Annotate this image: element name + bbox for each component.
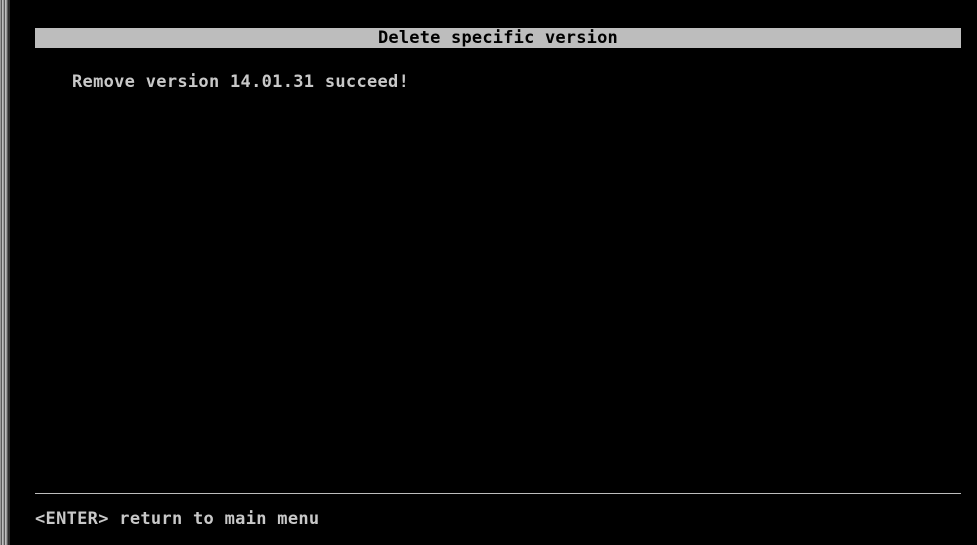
dialog-title: Delete specific version <box>377 28 618 48</box>
return-to-main-menu-hint[interactable]: <ENTER> return to main menu <box>35 508 319 530</box>
title-bar: Delete specific version <box>35 28 961 48</box>
footer-divider <box>35 493 961 494</box>
terminal-screen: Delete specific version Remove version 1… <box>0 0 977 545</box>
window-left-border <box>0 0 10 545</box>
status-message: Remove version 14.01.31 succeed! <box>72 72 410 92</box>
